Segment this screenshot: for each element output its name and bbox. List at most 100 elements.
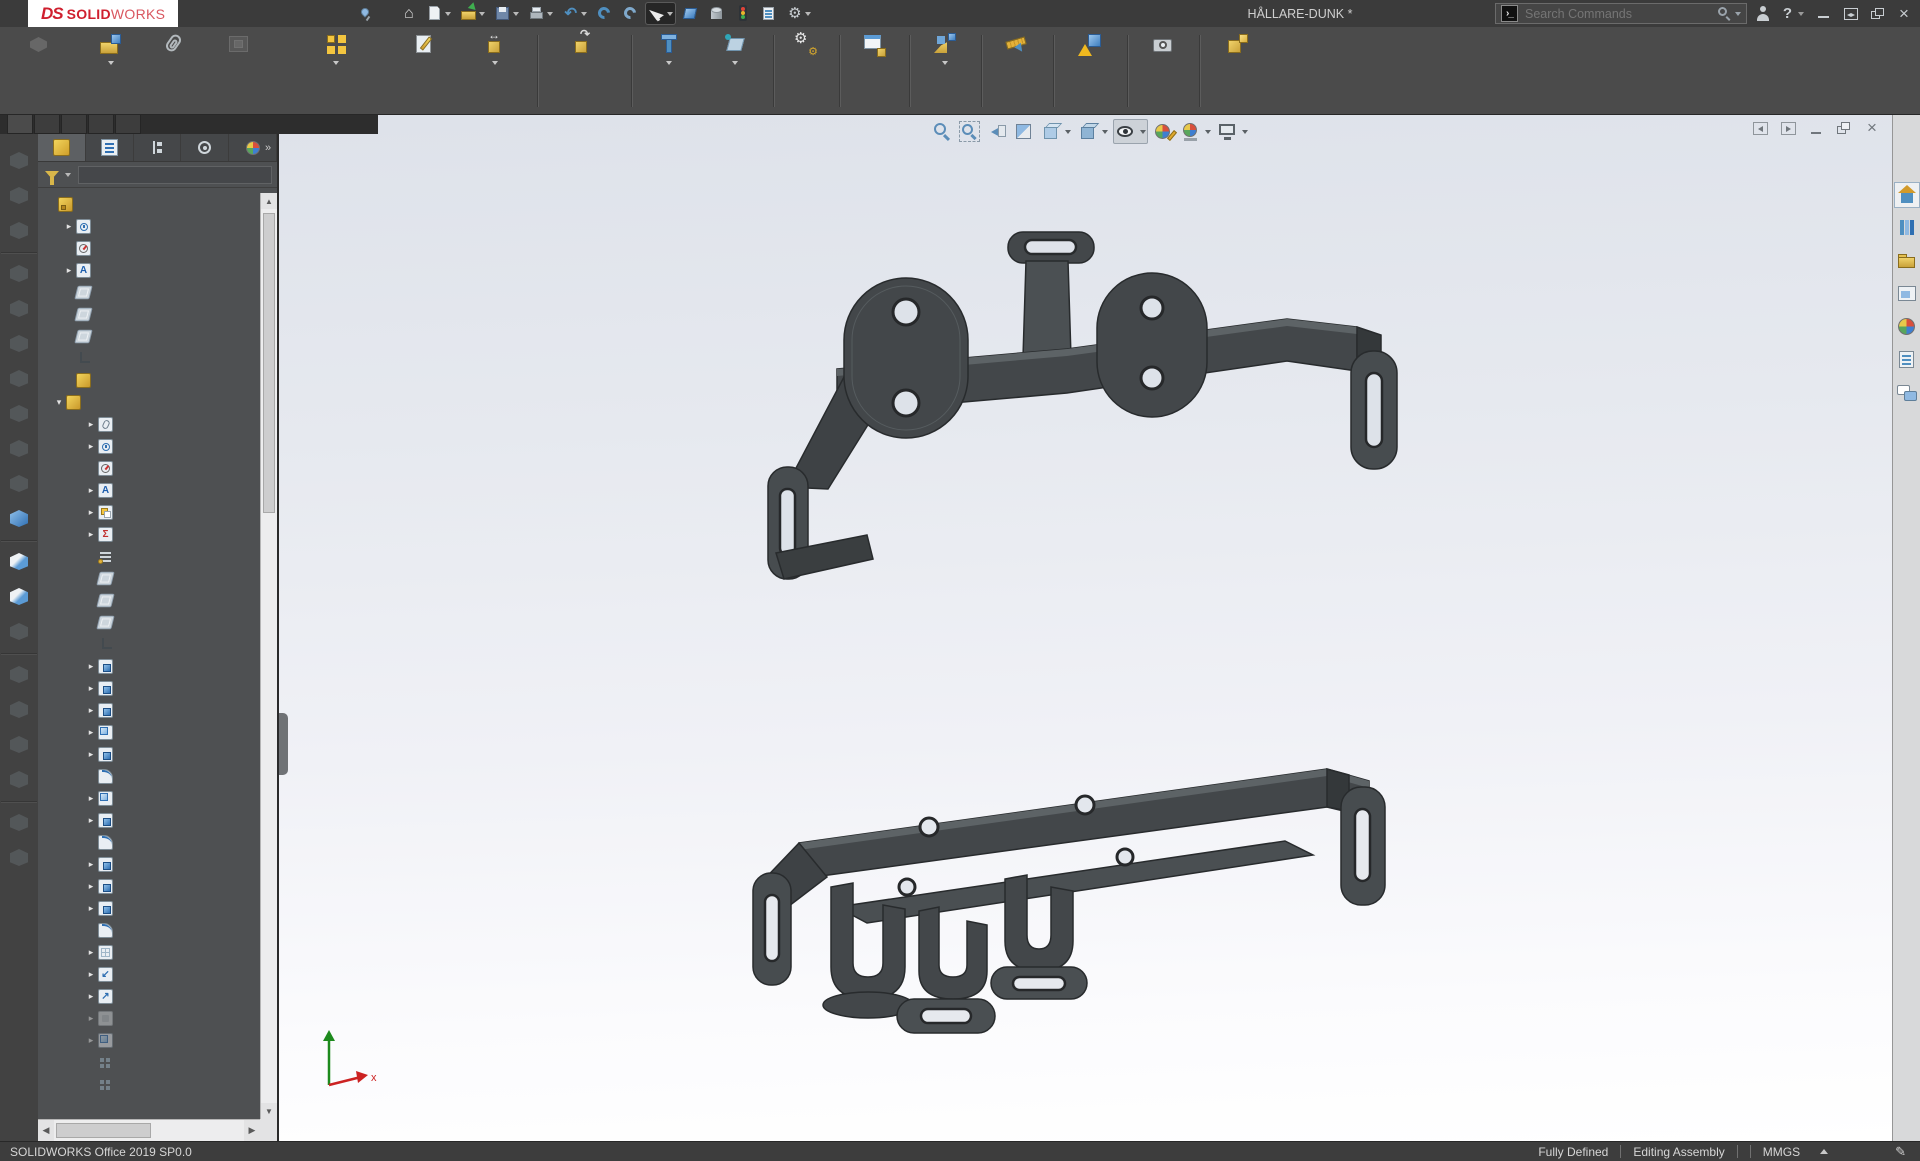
dropdown-arrow-icon[interactable] (513, 12, 519, 16)
help-menu[interactable] (320, 9, 342, 19)
expand-arrow-icon[interactable] (84, 875, 98, 897)
feature-tree-item[interactable] (38, 787, 260, 809)
feature-tree-item[interactable] (38, 347, 260, 369)
restore-document-icon[interactable] (1837, 122, 1852, 135)
feature-tree-item[interactable] (38, 809, 260, 831)
expand-arrow-icon[interactable] (84, 897, 98, 919)
expand-arrow-icon[interactable] (84, 963, 98, 985)
feature-tree-item[interactable] (38, 303, 260, 325)
user-account-icon[interactable] (1755, 6, 1770, 21)
feature-tree-item[interactable] (38, 215, 260, 237)
feature-tree-item[interactable] (38, 237, 260, 259)
feature-tree-item[interactable] (38, 193, 260, 215)
solidworks-resources-home-icon[interactable] (1895, 183, 1919, 207)
expand-arrow-icon[interactable] (84, 677, 98, 699)
dropdown-arrow-icon[interactable] (445, 12, 451, 16)
view-orientation-icon[interactable] (1040, 121, 1061, 142)
mate-button[interactable] (150, 30, 198, 112)
open-icon[interactable] (458, 3, 487, 24)
expand-arrow-icon[interactable] (84, 1029, 98, 1051)
search-commands-box[interactable] (1495, 3, 1747, 24)
move-component-button[interactable] (458, 30, 532, 112)
solidworks-forum-icon[interactable] (1895, 381, 1919, 405)
show-hidden-components-button[interactable] (542, 30, 626, 112)
expand-arrow-icon[interactable] (84, 743, 98, 765)
reference-geometry-button[interactable] (702, 30, 768, 112)
dropdown-arrow-icon[interactable] (666, 61, 672, 65)
toolbar-icon[interactable] (6, 261, 32, 286)
dropdown-arrow-icon[interactable] (581, 12, 587, 16)
expand-arrow-icon[interactable] (62, 259, 76, 281)
feature-tree-item[interactable] (38, 523, 260, 545)
minimize-window-icon[interactable] (1817, 8, 1831, 20)
tab-layout[interactable] (34, 115, 60, 134)
toolbar-icon[interactable] (6, 697, 32, 722)
appearances-scenes-icon[interactable] (1895, 315, 1919, 339)
toolbar-icon[interactable] (6, 584, 32, 609)
expand-arrow-icon[interactable] (84, 479, 98, 501)
dropdown-arrow-icon[interactable] (1242, 130, 1248, 134)
rebuild-all-icon[interactable] (620, 3, 641, 24)
linear-component-pattern-button[interactable] (280, 30, 392, 112)
feature-tree-item[interactable] (38, 677, 260, 699)
cylinder-icon[interactable] (706, 3, 727, 24)
expand-arrow-icon[interactable] (84, 699, 98, 721)
help-dropdown-arrow-icon[interactable] (1798, 12, 1804, 16)
edit-menu[interactable] (210, 9, 232, 19)
graphics-viewport[interactable]: x (279, 115, 1892, 1141)
apply-scene-icon[interactable] (1180, 121, 1201, 142)
expand-arrow-icon[interactable] (84, 435, 98, 457)
feature-tree-item[interactable] (38, 501, 260, 523)
help-icon[interactable]: ? (1783, 5, 1792, 22)
feature-tree-item[interactable] (38, 897, 260, 919)
feature-tree-item[interactable] (38, 611, 260, 633)
scroll-down-arrow-icon[interactable]: ▼ (261, 1103, 277, 1119)
tree-horizontal-scrollbar[interactable]: ◀ ▶ (38, 1119, 260, 1141)
display-style-icon[interactable] (1077, 121, 1098, 142)
search-input[interactable] (1523, 6, 1717, 22)
blue-prism-icon[interactable] (680, 3, 701, 24)
toolbar-icon[interactable] (6, 471, 32, 496)
feature-tree-item[interactable] (38, 545, 260, 567)
filter-funnel-icon[interactable] (45, 171, 59, 179)
feature-tree-item[interactable] (38, 1029, 260, 1051)
expand-arrow-icon[interactable] (84, 721, 98, 743)
rebuild-icon[interactable] (594, 3, 615, 24)
dropdown-arrow-icon[interactable] (108, 61, 114, 65)
horizontal-scroll-thumb[interactable] (56, 1123, 151, 1138)
toolbar-icon[interactable] (6, 183, 32, 208)
close-document-icon[interactable] (1865, 122, 1880, 135)
panel-splitter-handle[interactable] (279, 713, 288, 775)
expand-arrow-icon[interactable] (84, 413, 98, 435)
scroll-right-arrow-icon[interactable]: ▶ (244, 1120, 260, 1141)
feature-tree-item[interactable] (38, 963, 260, 985)
toolbar-icon[interactable] (6, 218, 32, 243)
span-displays-icon[interactable] (1844, 8, 1858, 20)
dropdown-arrow-icon[interactable] (732, 61, 738, 65)
toolbar-icon[interactable] (6, 506, 32, 531)
filter-input-field[interactable] (78, 166, 272, 184)
feature-tree-item[interactable] (38, 831, 260, 853)
hide-show-items-eye-icon[interactable] (1115, 121, 1136, 142)
feature-tree-item[interactable] (38, 391, 260, 413)
feature-tree-item[interactable] (38, 1051, 260, 1073)
tab-solidworks-add-ins[interactable] (115, 115, 141, 134)
custom-properties-icon[interactable] (1895, 348, 1919, 372)
take-snapshot-button[interactable] (1132, 30, 1194, 112)
feature-tree-item[interactable] (38, 479, 260, 501)
toolbar-icon[interactable] (6, 549, 32, 574)
units-selector[interactable]: MMGS (1763, 1145, 1828, 1159)
feature-tree-item[interactable] (38, 281, 260, 303)
dropdown-arrow-icon[interactable] (492, 61, 498, 65)
part-top-bracket[interactable] (768, 232, 1397, 579)
exploded-view-button[interactable] (914, 30, 976, 112)
pen-tag-icon[interactable] (1895, 1144, 1906, 1160)
feature-tree-item[interactable] (38, 699, 260, 721)
toolbar-icon[interactable] (6, 296, 32, 321)
insert-menu[interactable] (254, 9, 276, 19)
zoom-to-fit-icon[interactable] (932, 121, 953, 142)
dropdown-arrow-icon[interactable] (547, 12, 553, 16)
large-assembly-mode-button[interactable] (1204, 30, 1272, 112)
search-dropdown-arrow-icon[interactable] (1735, 12, 1741, 16)
search-icon[interactable] (1717, 6, 1732, 21)
